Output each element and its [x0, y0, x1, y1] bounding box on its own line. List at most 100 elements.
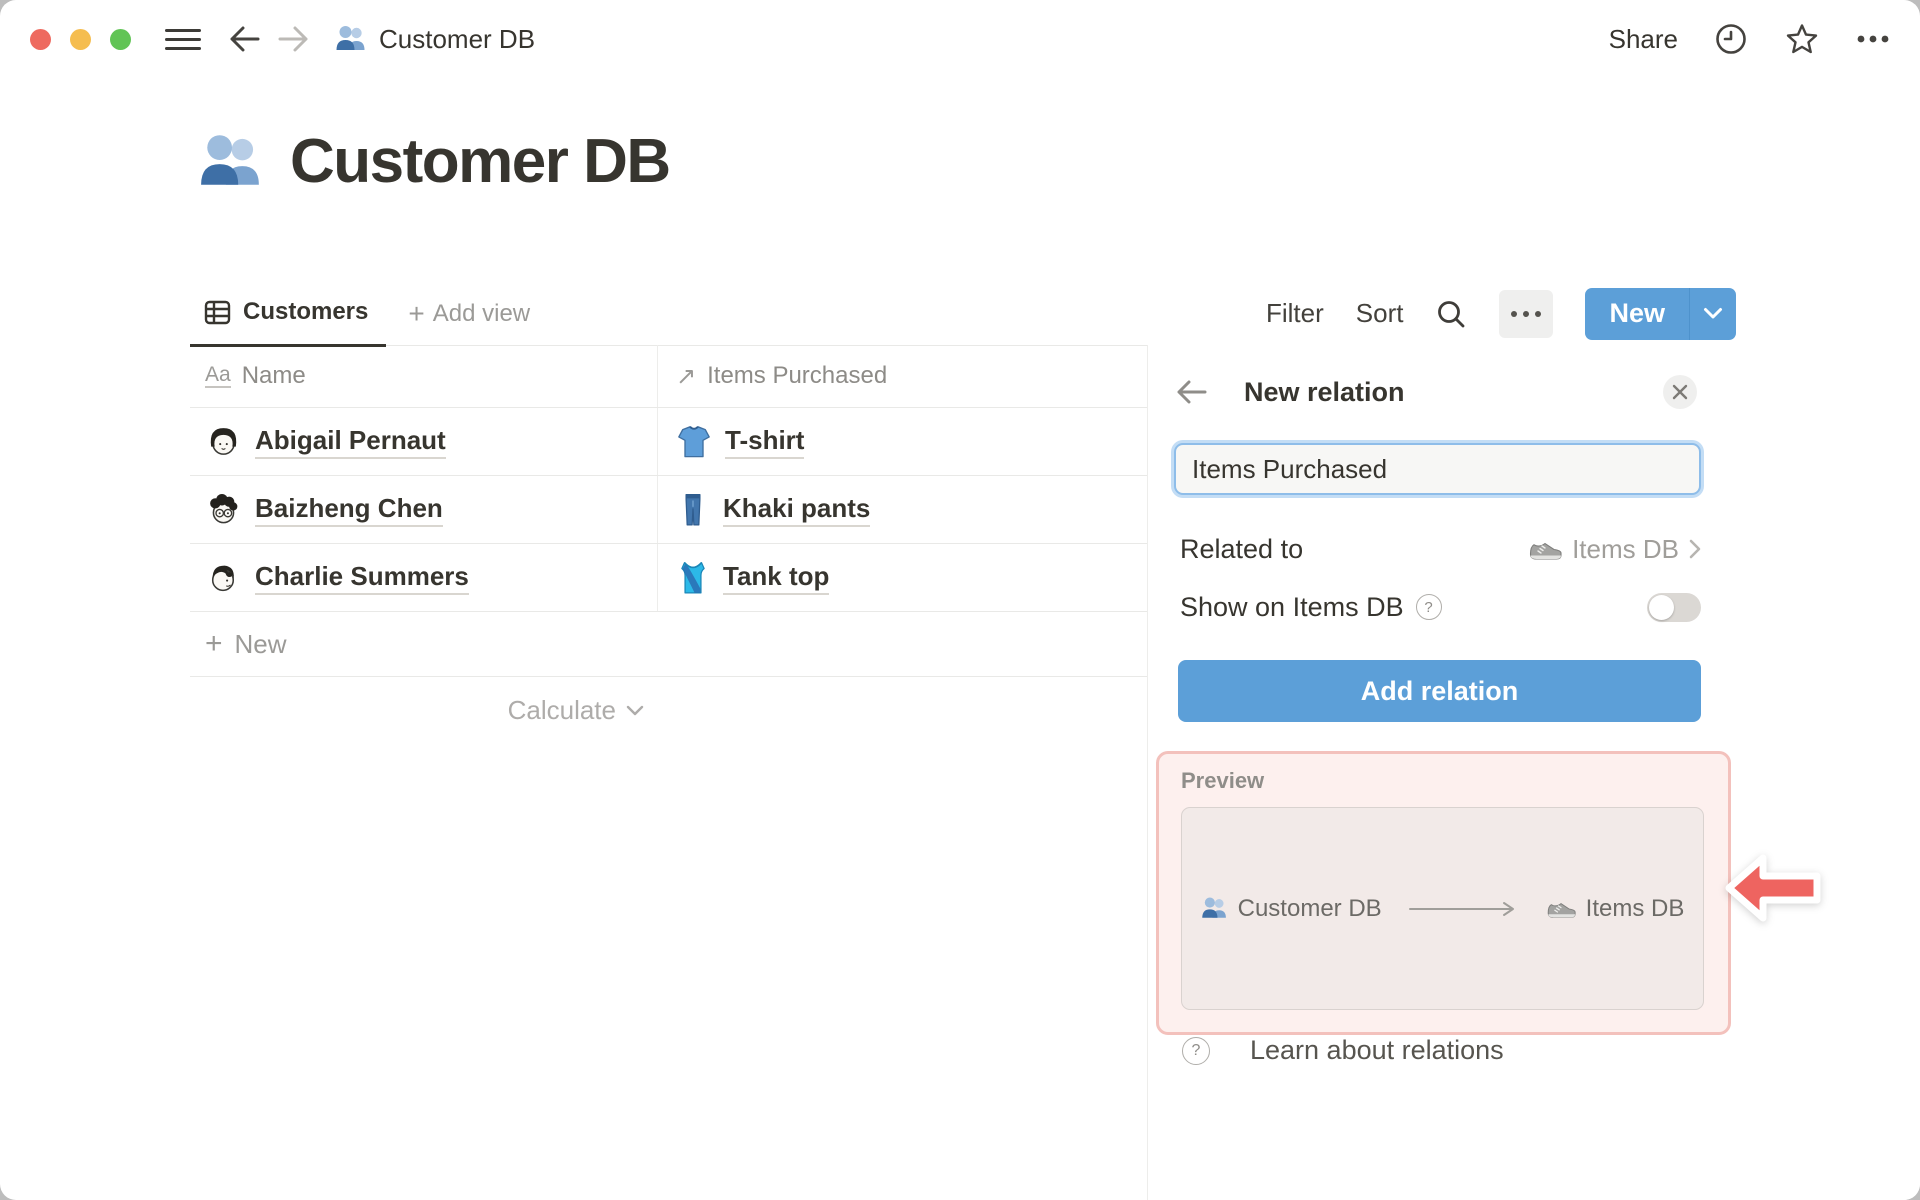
titlebar: Customer DB Share	[0, 0, 1920, 78]
tab-customers-label: Customers	[243, 298, 369, 325]
breadcrumb[interactable]: Customer DB	[335, 23, 535, 55]
page-title-text: Customer DB	[290, 127, 671, 196]
plus-icon: +	[205, 627, 223, 660]
preview-source: Customer DB	[1201, 895, 1382, 923]
avatar	[205, 491, 242, 528]
relation-property-icon: ↗	[676, 362, 697, 390]
table-header-row: Aa Name ↗ Items Purchased	[190, 345, 1147, 408]
preview-target: Items DB	[1546, 894, 1685, 923]
column-header-name[interactable]: Aa Name	[190, 345, 658, 407]
filter-button[interactable]: Filter	[1266, 298, 1324, 329]
busts-in-silhouette-icon	[1201, 895, 1228, 922]
row-name-link[interactable]: Baizheng Chen	[255, 493, 443, 527]
help-icon[interactable]: ?	[1415, 594, 1442, 620]
preview-target-label: Items DB	[1585, 894, 1685, 922]
tab-customers[interactable]: Customers	[190, 281, 387, 347]
add-view-button[interactable]: + Add view	[408, 299, 531, 328]
updates-clock-icon[interactable]	[1714, 22, 1748, 56]
show-on-label: Show on Items DB	[1180, 591, 1404, 622]
table-view-icon	[204, 299, 231, 326]
busts-in-silhouette-icon	[335, 23, 367, 55]
calculate-button[interactable]: Calculate	[190, 677, 658, 743]
items-cell[interactable]: T-shirt	[658, 408, 1147, 475]
table-row: Baizheng Chen Khaki pants	[190, 476, 1147, 544]
table-row: Abigail Pernaut T-shirt	[190, 408, 1147, 476]
chevron-right-icon	[1689, 539, 1701, 559]
annotation-arrow-icon	[1723, 848, 1823, 928]
chevron-down-icon	[626, 705, 644, 715]
row-item-link[interactable]: Tank top	[723, 561, 830, 595]
back-arrow-icon[interactable]	[225, 19, 265, 59]
column-items-label: Items Purchased	[707, 362, 888, 389]
preview-highlight: Preview Customer DB Items DB	[1156, 751, 1731, 1035]
panel-title: New relation	[1244, 376, 1405, 407]
new-relation-panel: New relation Related to Item	[1147, 345, 1920, 1200]
close-window-button[interactable]	[30, 28, 51, 50]
avatar	[205, 559, 242, 596]
preview-source-label: Customer DB	[1237, 894, 1382, 922]
window-title: Customer DB	[379, 23, 536, 54]
jeans-icon	[676, 492, 710, 528]
sort-button[interactable]: Sort	[1356, 298, 1404, 329]
close-icon[interactable]	[1663, 375, 1697, 409]
name-cell[interactable]: Abigail Pernaut	[190, 408, 658, 475]
add-relation-button[interactable]: Add relation	[1178, 660, 1701, 722]
sidebar-menu-icon[interactable]	[165, 24, 201, 54]
relation-preview: Customer DB Items DB	[1181, 807, 1704, 1010]
row-item-link[interactable]: Khaki pants	[723, 493, 871, 527]
customers-table: Aa Name ↗ Items Purchased Abigail Pernau…	[190, 345, 1147, 743]
panel-header: New relation	[1176, 375, 1697, 409]
related-to-label: Related to	[1180, 533, 1304, 564]
help-icon: ?	[1182, 1036, 1210, 1065]
toolbar-actions: Filter Sort New	[1266, 287, 1736, 340]
notion-window: Customer DB Share Customer DB Customers …	[0, 0, 1920, 1200]
view-options-button[interactable]	[1499, 289, 1554, 338]
share-button[interactable]: Share	[1609, 24, 1678, 55]
sneaker-icon	[1528, 536, 1562, 562]
learn-label: Learn about relations	[1250, 1035, 1504, 1065]
new-dropdown-button[interactable]	[1689, 287, 1736, 340]
items-cell[interactable]: Khaki pants	[658, 476, 1147, 543]
row-name-link[interactable]: Abigail Pernaut	[255, 425, 446, 459]
new-split-button: New	[1585, 287, 1736, 340]
minimize-window-button[interactable]	[70, 28, 91, 50]
avatar	[205, 423, 242, 460]
related-to-row: Related to Items DB	[1180, 527, 1701, 571]
column-name-label: Name	[241, 362, 306, 389]
back-arrow-icon[interactable]	[1176, 379, 1208, 405]
relation-name-input[interactable]	[1174, 443, 1701, 495]
show-on-row: Show on Items DB ?	[1180, 585, 1701, 629]
busts-in-silhouette-icon	[198, 129, 264, 195]
related-to-value: Items DB	[1572, 533, 1679, 564]
column-header-items-purchased[interactable]: ↗ Items Purchased	[658, 345, 1147, 407]
related-to-select[interactable]: Items DB	[1528, 534, 1701, 565]
titlebar-actions: Share	[1609, 21, 1890, 57]
new-row-button[interactable]: + New	[190, 612, 1147, 677]
row-name-link[interactable]: Charlie Summers	[255, 561, 469, 595]
table-row: Charlie Summers Tank top	[190, 544, 1147, 612]
add-view-label: Add view	[432, 299, 531, 327]
page-title: Customer DB	[198, 126, 671, 197]
zoom-window-button[interactable]	[110, 28, 131, 50]
new-button[interactable]: New	[1585, 287, 1689, 340]
more-options-icon[interactable]	[1856, 34, 1890, 44]
traffic-lights	[30, 28, 131, 50]
running-shirt-icon	[676, 560, 710, 596]
search-icon[interactable]	[1435, 298, 1467, 330]
name-cell[interactable]: Baizheng Chen	[190, 476, 658, 543]
view-toolbar: Customers + Add view Filter Sort New	[190, 281, 1736, 347]
calculate-label: Calculate	[507, 694, 616, 725]
name-cell[interactable]: Charlie Summers	[190, 544, 658, 611]
t-shirt-icon	[676, 424, 712, 460]
favorite-star-icon[interactable]	[1784, 21, 1820, 57]
long-right-arrow-icon	[1408, 901, 1514, 916]
forward-arrow-icon[interactable]	[273, 19, 313, 59]
items-cell[interactable]: Tank top	[658, 544, 1147, 611]
preview-label: Preview	[1181, 768, 1265, 793]
learn-about-relations-link[interactable]: ? Learn about relations	[1182, 1035, 1504, 1066]
show-on-toggle[interactable]	[1647, 592, 1701, 622]
new-row-label: New	[234, 628, 287, 659]
row-item-link[interactable]: T-shirt	[725, 425, 805, 459]
sneaker-icon	[1546, 897, 1576, 920]
title-property-icon: Aa	[205, 363, 231, 389]
